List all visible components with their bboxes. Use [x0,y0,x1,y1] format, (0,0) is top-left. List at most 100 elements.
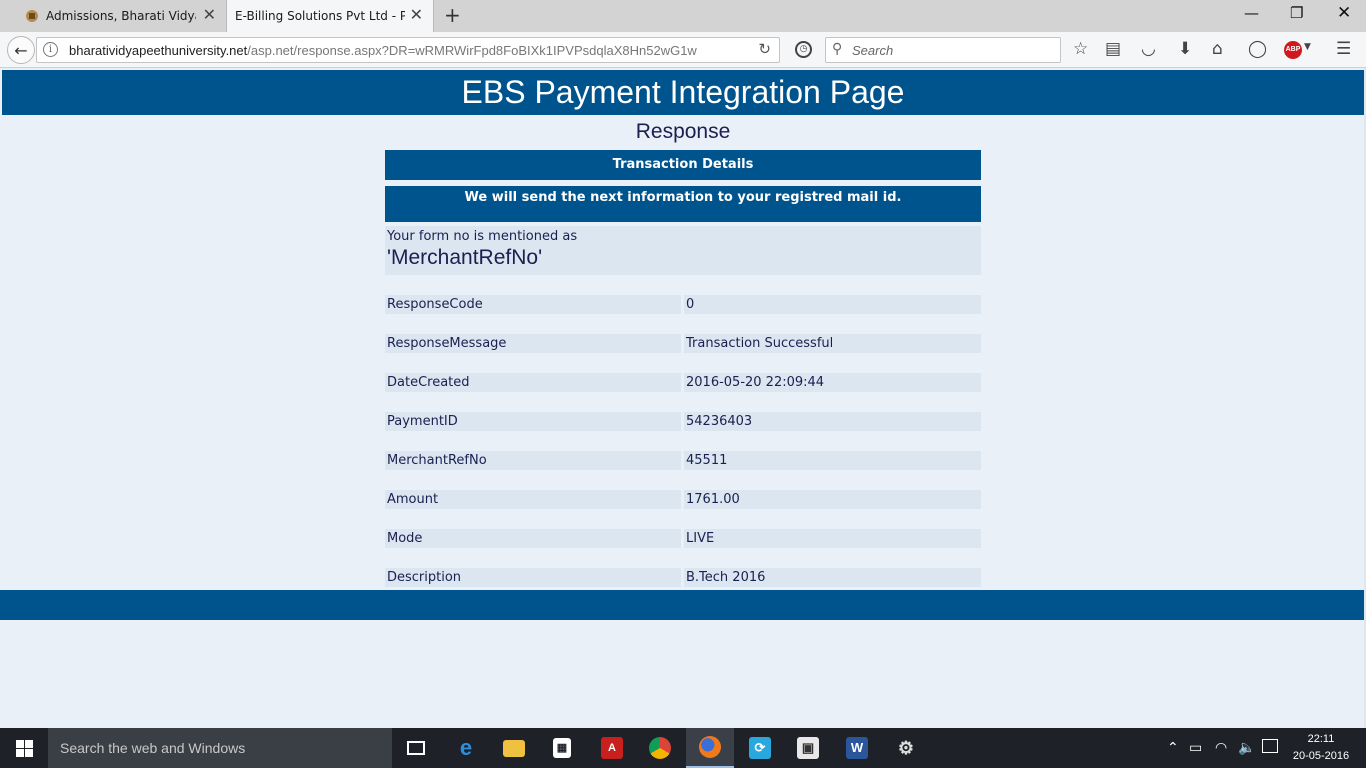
folder-icon [503,739,525,757]
browser-toolbar: ← i bharatividyapeethuniversity.net/asp.… [0,32,1366,68]
store-icon: ▦ [553,738,571,758]
taskbar-sync-app[interactable]: ⟳ [736,728,784,768]
bookmark-star-icon[interactable]: ☆ [1073,39,1088,59]
tab-ebs-label: E-Billing Solutions Pvt Ltd - Pa... [235,9,405,23]
detail-label: ResponseCode [385,295,681,314]
detail-label: Description [385,568,681,587]
taskbar-word[interactable]: W [833,728,881,768]
page-footer-band [0,590,1366,620]
notification-icon[interactable] [1262,739,1278,753]
taskbar-chrome[interactable] [636,728,684,768]
close-window-icon[interactable]: ✕ [1337,4,1351,22]
detail-value: 54236403 [684,412,981,431]
chat-icon[interactable]: ◯ [1248,39,1267,59]
start-button[interactable] [0,728,48,768]
home-icon[interactable]: ⌂ [1212,39,1223,59]
detail-row: PaymentID 54236403 [385,412,981,431]
taskbar-edge[interactable]: e [442,728,490,768]
clock-date: 20-05-2016 [1292,750,1350,762]
clock-time: 22:11 [1307,733,1335,745]
taskbar-file-explorer[interactable] [490,728,538,768]
detail-row: MerchantRefNo 45511 [385,451,981,470]
university-favicon-icon [26,10,38,22]
battery-icon[interactable]: ▭ [1189,740,1202,756]
detail-value: 0 [684,295,981,314]
detail-value: B.Tech 2016 [684,568,981,587]
detail-row: Mode LIVE [385,529,981,548]
detail-row: ResponseCode 0 [385,295,981,314]
site-info-icon[interactable]: i [43,42,58,57]
detail-label: Amount [385,490,681,509]
detail-label: Mode [385,529,681,548]
form-note-box: Your form no is mentioned as 'MerchantRe… [385,226,981,275]
detail-row: Description B.Tech 2016 [385,568,981,587]
page-banner-title: EBS Payment Integration Page [2,70,1364,115]
detail-label: ResponseMessage [385,334,681,353]
taskbar-acrobat[interactable]: A [588,728,636,768]
windows-logo-icon [15,739,33,757]
detail-row: Amount 1761.00 [385,490,981,509]
pdf-icon: A [601,737,623,759]
windows-taskbar: Search the web and Windows e ▦ A ⟳ ▣ W ⚙… [0,728,1366,768]
detail-value: 1761.00 [684,490,981,509]
back-arrow-icon: ← [14,40,28,60]
search-placeholder: Search [852,43,894,58]
minimize-icon[interactable]: — [1244,4,1259,22]
adblock-plus-icon[interactable]: ABP [1284,41,1302,59]
wifi-icon[interactable]: ◠ [1215,740,1227,756]
url-text[interactable]: bharatividyapeethuniversity.net/asp.net/… [69,43,729,58]
search-bar[interactable]: ⚲ Search [825,37,1061,63]
url-host: bharatividyapeethuniversity.net [69,43,248,58]
detail-label: DateCreated [385,373,681,392]
detail-value: 45511 [684,451,981,470]
form-note-text: Your form no is mentioned as [387,229,578,244]
detail-value: Transaction Successful [684,334,981,353]
taskbar-store[interactable]: ▦ [538,728,586,768]
transaction-details-header: Transaction Details [385,150,981,180]
taskbar-app[interactable]: ▣ [784,728,832,768]
detail-value: LIVE [684,529,981,548]
new-tab-button[interactable]: + [444,4,461,26]
page-subtitle: Response [635,120,731,143]
url-path: /asp.net/response.aspx?DR=wRMRWirFpd8FoB… [247,43,697,58]
form-note-field: 'MerchantRefNo' [387,246,543,269]
taskbar-search-box[interactable]: Search the web and Windows [48,728,392,768]
close-tab-icon[interactable]: ✕ [203,7,216,23]
detail-label: PaymentID [385,412,681,431]
chevron-up-icon[interactable]: ⌃ [1167,740,1179,756]
bookmarks-library-icon[interactable]: ▤ [1105,39,1121,59]
browser-tab-strip: Admissions, Bharati Vidya... ✕ E-Billing… [0,0,1366,32]
task-view-icon [407,741,425,755]
search-icon: ⚲ [832,41,843,57]
tab-admissions-label: Admissions, Bharati Vidya... [46,9,196,23]
detail-value: 2016-05-20 22:09:44 [684,373,981,392]
tab-ebs[interactable]: E-Billing Solutions Pvt Ltd - Pa... ✕ [226,0,434,32]
menu-hamburger-icon[interactable]: ☰ [1336,39,1351,59]
back-button[interactable]: ← [7,36,35,64]
taskbar-app-2[interactable]: ⚙ [882,728,930,768]
detail-row: DateCreated 2016-05-20 22:09:44 [385,373,981,392]
firefox-icon [699,736,721,758]
taskbar-clock[interactable]: 22:11 20-05-2016 [1290,731,1352,765]
taskbar-search-placeholder: Search the web and Windows [60,740,246,756]
reload-icon[interactable]: ↻ [758,40,771,58]
close-tab-icon[interactable]: ✕ [410,7,423,23]
volume-muted-icon[interactable]: 🔈 [1238,740,1255,756]
task-view-button[interactable] [392,728,440,768]
detail-row: ResponseMessage Transaction Successful [385,334,981,353]
edge-icon: e [459,735,473,760]
sync-icon: ⟳ [749,737,771,759]
chevron-down-icon[interactable]: ▼ [1304,42,1311,52]
taskbar-firefox[interactable] [686,728,734,768]
page-content: EBS Payment Integration Page Response Tr… [0,68,1366,728]
history-icon[interactable]: ◷ [795,41,812,58]
downloads-icon[interactable]: ⬇ [1178,39,1192,59]
restore-icon[interactable]: ❐ [1290,4,1303,22]
detail-label: MerchantRefNo [385,451,681,470]
tab-admissions[interactable]: Admissions, Bharati Vidya... ✕ [0,0,226,32]
pocket-icon[interactable]: ◡ [1141,39,1156,59]
address-bar[interactable]: i bharatividyapeethuniversity.net/asp.ne… [36,37,780,63]
chrome-icon [649,737,671,759]
app-icon: ▣ [797,737,819,759]
word-icon: W [846,737,868,759]
